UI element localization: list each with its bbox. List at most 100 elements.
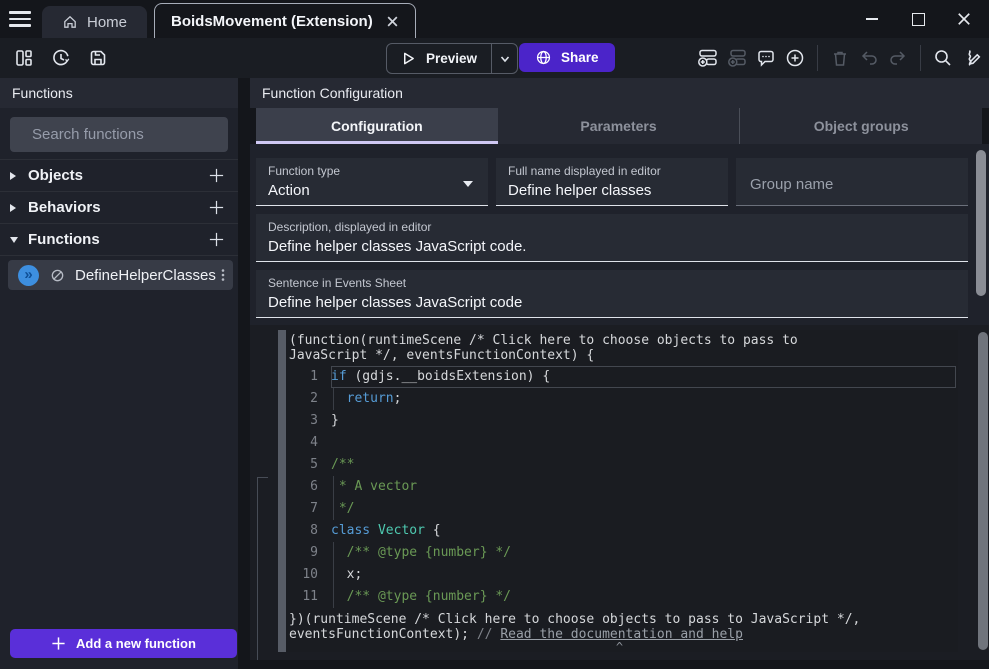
sidebar-section-functions[interactable]: Functions xyxy=(0,224,238,256)
function-item-label: DefineHelperClasses xyxy=(75,267,216,284)
sidebar-section-behaviors[interactable]: Behaviors xyxy=(0,192,238,224)
dropdown-arrow-icon xyxy=(463,181,473,187)
tab-home[interactable]: Home xyxy=(42,6,147,38)
preview-button[interactable]: Preview xyxy=(387,44,491,73)
delete-icon[interactable] xyxy=(828,46,852,70)
search-box[interactable] xyxy=(10,117,228,152)
main-menu-icon[interactable] xyxy=(9,8,33,30)
form-row: Sentence in Events Sheet Define helper c… xyxy=(256,270,968,318)
preview-button-group: Preview xyxy=(386,43,518,74)
sentence-field[interactable]: Sentence in Events Sheet Define helper c… xyxy=(256,270,968,318)
redo-icon[interactable] xyxy=(886,46,910,70)
globe-icon xyxy=(535,49,552,66)
edit-properties-icon[interactable] xyxy=(960,46,984,70)
search-input[interactable] xyxy=(30,125,233,144)
add-object-icon[interactable] xyxy=(208,167,225,184)
section-label: Objects xyxy=(28,167,83,184)
field-label: Description, displayed in editor xyxy=(268,220,956,234)
field-label: Function type xyxy=(268,164,476,178)
line-content: */ xyxy=(331,498,956,520)
add-comment-icon[interactable] xyxy=(754,46,778,70)
preview-label: Preview xyxy=(426,51,477,66)
collapse-caret: ^ xyxy=(250,640,989,654)
search-icon[interactable] xyxy=(931,46,955,70)
project-manager-icon[interactable] xyxy=(12,46,36,70)
line-number: 5 xyxy=(286,454,318,476)
chevron-down-icon xyxy=(499,53,511,65)
form-row: Function type Action Full name displayed… xyxy=(256,158,968,206)
code-line[interactable]: 8class Vector { xyxy=(286,520,958,542)
code-line[interactable]: 2 return; xyxy=(286,388,958,410)
sidebar-section-objects[interactable]: Objects xyxy=(0,159,238,192)
add-subevent-icon[interactable] xyxy=(725,46,749,70)
field-label: Full name displayed in editor xyxy=(508,164,716,178)
home-icon xyxy=(62,14,78,30)
item-menu-icon[interactable] xyxy=(216,268,230,282)
function-type-select[interactable]: Function type Action xyxy=(256,158,488,206)
private-function-icon xyxy=(50,268,65,283)
js-code-header[interactable]: (function(runtimeScene /* Click here to … xyxy=(286,330,958,365)
description-field[interactable]: Description, displayed in editor Define … xyxy=(256,214,968,262)
undo-icon[interactable] xyxy=(857,46,881,70)
code-line[interactable]: 7 */ xyxy=(286,498,958,520)
line-content: } xyxy=(331,410,956,432)
minimize-button[interactable] xyxy=(849,0,895,38)
preview-options-button[interactable] xyxy=(492,44,517,73)
js-code-footer[interactable]: })(runtimeScene /* Click here to choose … xyxy=(286,608,958,642)
code-line[interactable]: 6 * A vector xyxy=(286,476,958,498)
line-content: /** @type {number} */ xyxy=(331,542,956,564)
gdevelop-window: Home BoidsMovement (Extension) xyxy=(0,0,989,669)
chevron-down-icon xyxy=(10,237,20,243)
config-scrollbar[interactable] xyxy=(976,150,986,296)
save-icon[interactable] xyxy=(86,46,110,70)
tab-boidsmovement[interactable]: BoidsMovement (Extension) xyxy=(154,3,416,38)
group-name-input[interactable] xyxy=(748,175,956,194)
code-line[interactable]: 10 x; xyxy=(286,564,958,586)
event-drag-handle[interactable] xyxy=(278,330,286,652)
add-new-function-label: Add a new function xyxy=(76,636,196,651)
events-sheet: (function(runtimeScene /* Click here to … xyxy=(250,325,989,660)
line-number: 6 xyxy=(286,476,318,498)
line-number: 11 xyxy=(286,586,318,608)
code-line[interactable]: 11 /** @type {number} */ xyxy=(286,586,958,608)
section-label: Behaviors xyxy=(28,199,101,216)
add-new-function-button[interactable]: Add a new function xyxy=(10,629,237,658)
code-line[interactable]: 3} xyxy=(286,410,958,432)
section-label: Functions xyxy=(28,231,100,248)
close-button[interactable] xyxy=(941,0,987,38)
code-line[interactable]: 9 /** @type {number} */ xyxy=(286,542,958,564)
maximize-icon xyxy=(912,13,925,26)
add-other-event-icon[interactable] xyxy=(783,46,807,70)
code-line[interactable]: 4 xyxy=(286,432,958,454)
maximize-button[interactable] xyxy=(895,0,941,38)
main-header: Function Configuration xyxy=(250,78,989,108)
events-scrollbar[interactable] xyxy=(978,332,988,650)
field-value: Action xyxy=(268,182,476,199)
group-name-field[interactable] xyxy=(736,158,968,206)
line-content xyxy=(331,432,956,454)
tab-close-icon[interactable] xyxy=(386,15,399,28)
add-behavior-icon[interactable] xyxy=(208,199,225,216)
share-button[interactable]: Share xyxy=(519,43,615,72)
add-function-icon[interactable] xyxy=(208,231,225,248)
footer-line: })(runtimeScene /* Click here to choose … xyxy=(289,612,956,627)
sidebar-title: Functions xyxy=(12,85,73,101)
chevron-right-icon xyxy=(10,204,20,212)
tab-configuration[interactable]: Configuration xyxy=(256,108,498,144)
field-value: Define helper classes xyxy=(508,182,716,199)
play-icon xyxy=(401,51,416,66)
line-number: 7 xyxy=(286,498,318,520)
event-selection-bracket xyxy=(257,477,268,660)
chevron-right-icon xyxy=(10,172,20,180)
search-area xyxy=(0,108,238,159)
function-item-definehelperclasses[interactable]: DefineHelperClasses xyxy=(8,260,233,290)
form-row: Description, displayed in editor Define … xyxy=(256,214,968,262)
add-event-icon[interactable] xyxy=(696,46,720,70)
code-line[interactable]: 1if (gdjs.__boidsExtension) { xyxy=(286,366,958,388)
tab-parameters[interactable]: Parameters xyxy=(498,108,740,144)
code-line[interactable]: 5/** xyxy=(286,454,958,476)
code-lines: 1if (gdjs.__boidsExtension) {2 return;3}… xyxy=(286,366,958,608)
full-name-field[interactable]: Full name displayed in editor Define hel… xyxy=(496,158,728,206)
tab-object-groups[interactable]: Object groups xyxy=(739,108,982,144)
history-icon[interactable] xyxy=(49,46,73,70)
